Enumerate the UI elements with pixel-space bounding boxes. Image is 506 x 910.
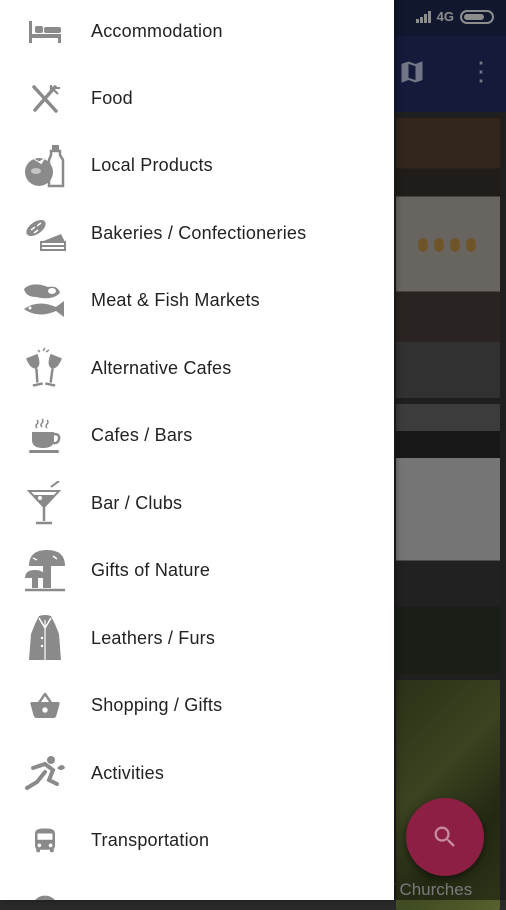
menu-label: Leathers / Furs — [91, 628, 216, 648]
menu-label: Meat & Fish Markets — [91, 290, 260, 310]
tomato-bottle-icon — [22, 143, 68, 189]
menu-label: Local Products — [91, 155, 213, 175]
menu-item-cafes-bars[interactable]: Cafes / Bars — [0, 402, 394, 469]
meat-fish-icon — [22, 278, 68, 324]
menu-label: Bakeries / Confectioneries — [91, 223, 307, 243]
menu-item-activities[interactable]: Activities — [0, 740, 394, 807]
menu-label: Activities — [91, 763, 165, 783]
menu-label: Alternative Cafes — [91, 358, 232, 378]
menu-item-food[interactable]: Food — [0, 65, 394, 132]
bread-cake-icon — [22, 211, 68, 257]
menu-item-local-products[interactable]: Local Products — [0, 132, 394, 199]
shopping-basket-icon — [22, 683, 68, 729]
menu-item-info[interactable] — [0, 875, 394, 900]
menu-label: Gifts of Nature — [91, 560, 211, 580]
menu-item-meat-fish[interactable]: Meat & Fish Markets — [0, 267, 394, 334]
menu-label: Bar / Clubs — [91, 493, 183, 513]
menu-item-shopping-gifts[interactable]: Shopping / Gifts — [0, 672, 394, 739]
leather-coat-icon — [22, 614, 68, 662]
running-icon — [22, 751, 68, 797]
search-fab[interactable] — [406, 798, 484, 876]
menu-item-transportation[interactable]: Transportation — [0, 807, 394, 874]
menu-item-bakeries[interactable]: Bakeries / Confectioneries — [0, 200, 394, 267]
menu-label: Cafes / Bars — [91, 425, 193, 445]
cocktail-icon — [22, 480, 68, 527]
menu-label: Shopping / Gifts — [91, 695, 223, 715]
menu-item-leathers-furs[interactable]: Leathers / Furs — [0, 605, 394, 672]
search-icon — [434, 826, 455, 847]
bus-icon — [22, 818, 68, 864]
navigation-drawer: Accommodation Food Local Products Bakeri… — [0, 0, 394, 900]
menu-item-alternative-cafes[interactable]: Alternative Cafes — [0, 335, 394, 402]
menu-label: Accommodation — [91, 21, 223, 41]
menu-label: Transportation — [91, 830, 210, 850]
menu-item-accommodation[interactable]: Accommodation — [0, 0, 394, 65]
info-icon — [22, 886, 68, 900]
mushroom-icon — [22, 548, 68, 594]
coffee-cup-icon — [22, 413, 68, 459]
fork-knife-icon — [22, 76, 68, 122]
bed-icon — [22, 9, 68, 55]
menu-item-bar-clubs[interactable]: Bar / Clubs — [0, 470, 394, 537]
menu-label: Food — [91, 88, 133, 108]
menu-item-gifts-of-nature[interactable]: Gifts of Nature — [0, 537, 394, 604]
wine-glasses-icon — [22, 346, 68, 392]
